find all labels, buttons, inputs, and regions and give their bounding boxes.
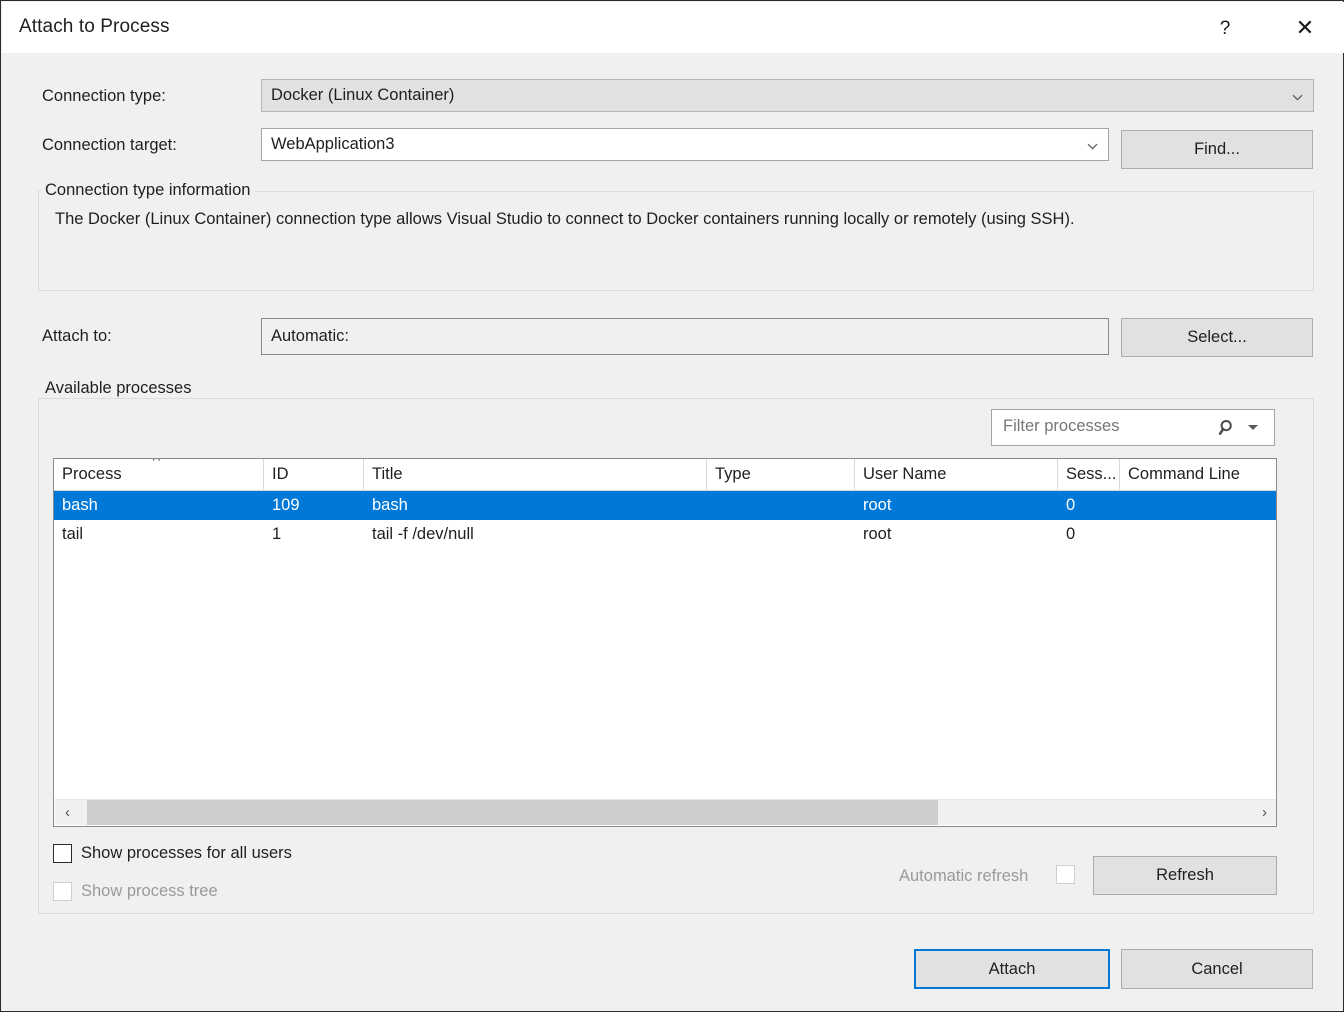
dialog-title: Attach to Process <box>19 16 170 37</box>
show-processes-for-all-users-checkbox[interactable]: Show processes for all users <box>53 844 292 863</box>
column-header-command-line-label: Command Line <box>1128 465 1240 483</box>
chevron-down-icon <box>1292 92 1303 103</box>
automatic-refresh-label: Automatic refresh <box>899 867 1029 885</box>
column-header-type-label: Type <box>715 465 751 483</box>
cell-command-line <box>1120 520 1276 549</box>
cell-process: tail <box>62 525 84 543</box>
filter-processes-placeholder: Filter processes <box>1003 416 1120 435</box>
connection-type-combobox[interactable]: Docker (Linux Container) <box>261 79 1314 112</box>
cell-title: tail -f /dev/null <box>372 525 474 543</box>
show-process-tree-checkbox[interactable]: Show process tree <box>53 882 218 901</box>
show-process-tree-label: Show process tree <box>81 882 218 900</box>
connection-target-value: WebApplication3 <box>271 135 395 153</box>
column-header-command-line[interactable]: Command Line <box>1120 459 1276 490</box>
filter-processes-box[interactable]: Filter processes <box>991 409 1275 446</box>
cell-user-name: root <box>863 525 892 543</box>
scrollbar-thumb[interactable] <box>87 800 938 825</box>
refresh-button[interactable]: Refresh <box>1093 856 1277 895</box>
connection-type-value: Docker (Linux Container) <box>271 86 455 104</box>
attach-to-label: Attach to: <box>42 327 112 345</box>
column-header-session[interactable]: Sess... <box>1058 459 1120 490</box>
help-button[interactable]: ? <box>1202 3 1248 53</box>
available-processes-title: Available processes <box>41 379 197 398</box>
attach-to-field[interactable]: Automatic: <box>261 318 1109 355</box>
checkbox-box[interactable] <box>53 844 72 863</box>
connection-type-information-group <box>38 191 1314 291</box>
cancel-button[interactable]: Cancel <box>1121 949 1313 989</box>
attach-to-process-dialog: Attach to Process ? ✕ Connection type: D… <box>0 0 1344 1012</box>
cell-title: bash <box>372 496 408 514</box>
cell-process: bash <box>62 496 98 514</box>
scroll-right-icon[interactable]: › <box>1252 800 1276 825</box>
scroll-left-icon[interactable]: ‹ <box>55 800 80 825</box>
chevron-down-icon <box>1087 141 1098 152</box>
close-icon: ✕ <box>1295 15 1315 40</box>
cell-command-line <box>1120 491 1276 520</box>
find-button[interactable]: Find... <box>1121 130 1313 169</box>
show-processes-for-all-users-label: Show processes for all users <box>81 844 292 862</box>
cell-id: 1 <box>272 525 282 543</box>
close-button[interactable]: ✕ <box>1282 3 1328 53</box>
question-mark-icon: ? <box>1219 17 1231 39</box>
column-header-process[interactable]: Process ˄ <box>54 459 264 490</box>
table-row[interactable]: bash 109 bash root 0 <box>54 491 1276 520</box>
select-button[interactable]: Select... <box>1121 318 1313 357</box>
cell-id: 109 <box>272 496 300 514</box>
chevron-down-icon[interactable] <box>1248 424 1258 430</box>
table-row[interactable]: tail 1 tail -f /dev/null root 0 <box>54 520 1276 549</box>
column-header-user-name-label: User Name <box>863 465 947 483</box>
connection-target-label: Connection target: <box>42 136 177 154</box>
connection-target-combobox[interactable]: WebApplication3 <box>261 128 1109 161</box>
connection-type-information-text: The Docker (Linux Container) connection … <box>55 210 1075 228</box>
horizontal-scrollbar[interactable]: ‹ › <box>55 799 1276 825</box>
column-header-id[interactable]: ID <box>264 459 364 490</box>
column-header-title-label: Title <box>372 465 403 483</box>
column-header-id-label: ID <box>272 465 289 483</box>
cell-type <box>707 520 855 549</box>
process-list-header: Process ˄ ID Title Type User Name Sess..… <box>54 459 1276 491</box>
column-header-process-label: Process <box>62 465 122 483</box>
checkbox-box[interactable] <box>53 882 72 901</box>
search-icon[interactable] <box>1218 418 1238 438</box>
column-header-type[interactable]: Type <box>707 459 855 490</box>
column-header-title[interactable]: Title <box>364 459 707 490</box>
cell-session: 0 <box>1066 496 1076 514</box>
attach-button[interactable]: Attach <box>914 949 1110 989</box>
cell-user-name: root <box>863 496 892 514</box>
cell-session: 0 <box>1066 525 1076 543</box>
attach-to-value: Automatic: <box>271 327 349 345</box>
connection-type-information-title: Connection type information <box>41 181 256 200</box>
connection-type-label: Connection type: <box>42 87 166 105</box>
column-header-session-label: Sess... <box>1066 465 1117 483</box>
column-header-user-name[interactable]: User Name <box>855 459 1058 490</box>
cell-type <box>707 491 855 520</box>
title-bar: Attach to Process ? ✕ <box>2 2 1344 53</box>
automatic-refresh-checkbox[interactable] <box>1056 865 1075 884</box>
sort-ascending-icon: ˄ <box>152 459 161 465</box>
process-list[interactable]: Process ˄ ID Title Type User Name Sess..… <box>53 458 1277 827</box>
